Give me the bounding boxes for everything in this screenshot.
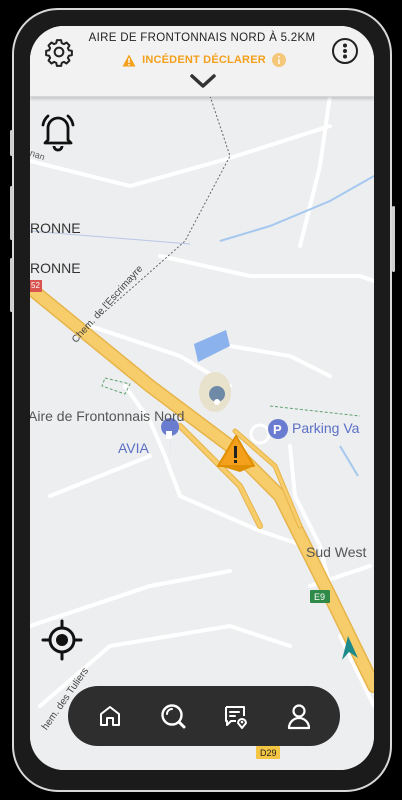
bottom-nav-bar: [68, 686, 340, 746]
profile-icon: [287, 704, 310, 730]
map-label-sud-west: Sud West: [306, 544, 367, 560]
chevron-down-icon[interactable]: [188, 72, 218, 90]
side-button-4: [392, 206, 395, 272]
incident-status[interactable]: INCÉDENT DÉCLARER: [94, 52, 314, 68]
report-location-icon: [224, 706, 247, 729]
map-label-avia[interactable]: AVIA: [118, 440, 149, 456]
warning-icon: [122, 54, 136, 66]
top-bar: AIRE DE FRONTONNAIS NORD À 5.2KM INCÉDEN…: [30, 26, 374, 97]
destination-text: AIRE DE FRONTONNAIS NORD À 5.2KM: [88, 32, 316, 44]
locate-icon[interactable]: [40, 618, 84, 662]
incident-label: INCÉDENT DÉCLARER: [142, 54, 266, 66]
screen: P RONNE RONNE 52 Chem. de l'Escrimayre n…: [30, 26, 374, 770]
search-icon: [160, 704, 185, 729]
nav-report-button[interactable]: [219, 699, 253, 733]
map-label-e9: E9: [314, 592, 326, 602]
more-vert-icon[interactable]: [331, 37, 359, 65]
nav-search-button[interactable]: [156, 699, 190, 733]
settings-icon[interactable]: [44, 37, 74, 67]
map-label-road-52: 52: [31, 281, 40, 290]
map-label-ronne-1: RONNE: [30, 220, 81, 236]
info-icon[interactable]: [271, 53, 286, 67]
map-label-ronne-2: RONNE: [30, 260, 81, 276]
poi-parking-pin[interactable]: P: [268, 419, 288, 439]
map-label-d29: D29: [260, 748, 277, 758]
nav-home-button[interactable]: [93, 699, 127, 733]
home-icon: [99, 706, 120, 726]
bell-icon[interactable]: [38, 110, 78, 152]
map-label-parking[interactable]: Parking Va: [292, 420, 359, 436]
svg-text:P: P: [273, 422, 282, 437]
side-button-3: [10, 258, 13, 312]
nav-profile-button[interactable]: [282, 699, 316, 733]
map-label-aire-frontonnais[interactable]: Aire de Frontonnais Nord: [30, 408, 184, 424]
side-button-2: [10, 186, 13, 240]
side-button-1: [10, 130, 13, 156]
